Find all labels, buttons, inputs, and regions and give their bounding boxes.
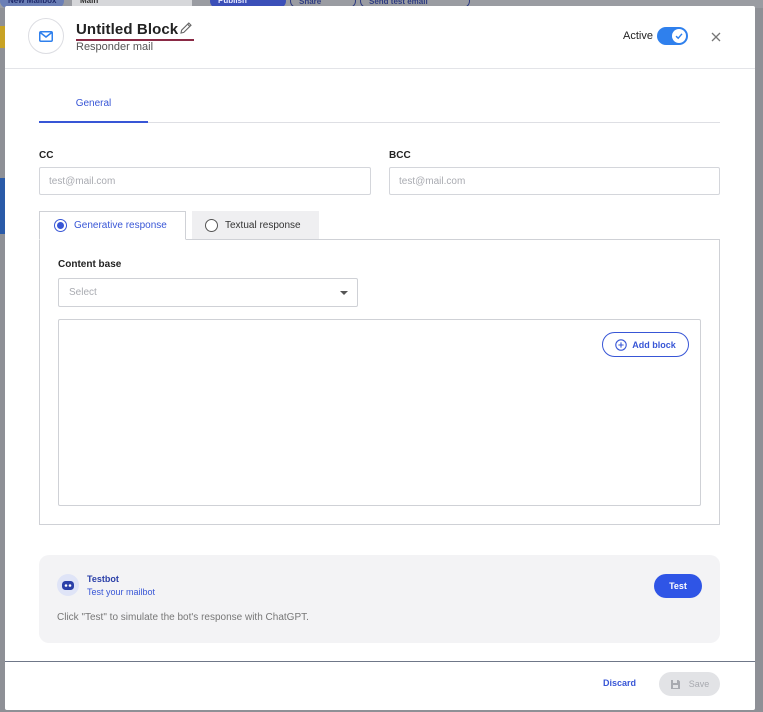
test-button[interactable]: Test [654,574,702,598]
discard-button[interactable]: Discard [603,678,636,688]
add-block-button[interactable]: Add block [602,332,689,357]
content-base-select[interactable]: Select [58,278,358,307]
bcc-label: BCC [389,150,411,161]
testbot-name: Testbot [87,574,119,584]
caret-down-icon [340,291,348,295]
bot-icon [57,574,79,596]
radio-selected[interactable] [54,219,67,232]
block-subtitle: Responder mail [76,41,154,53]
testbot-description: Click "Test" to simulate the bot's respo… [57,612,309,623]
floppy-disk-icon [670,679,680,689]
generative-response-panel: Content base Select Add block [39,239,720,525]
add-block-label: Add block [632,339,676,350]
responder-block-modal: Untitled Block Responder mail Active Gen… [5,6,755,710]
mail-icon [28,18,64,54]
check-icon [672,29,686,43]
tab-generative-response[interactable]: Generative response [39,211,186,240]
tab-textual-label: Textual response [225,220,301,231]
active-toggle[interactable] [657,27,688,45]
tab-generative-label: Generative response [74,220,167,231]
save-label: Save [688,679,710,689]
cc-label: CC [39,150,54,161]
bcc-input[interactable] [389,167,720,195]
cc-input[interactable] [39,167,371,195]
active-label: Active [623,30,653,42]
block-title[interactable]: Untitled Block [76,21,178,38]
radio-unselected[interactable] [205,219,218,232]
tab-bar: General [39,92,720,123]
select-placeholder: Select [69,287,97,298]
plus-circle-icon [615,338,627,351]
modal-footer: Discard Save [5,661,755,710]
tab-textual-response[interactable]: Textual response [192,211,319,240]
modal-header: Untitled Block Responder mail Active [5,6,755,69]
content-base-label: Content base [58,259,122,270]
pencil-icon[interactable] [179,21,193,35]
content-blocks-area: Add block [58,319,701,506]
testbot-panel: Testbot Test your mailbot Click "Test" t… [39,555,720,643]
close-icon[interactable] [709,30,723,44]
tab-general[interactable]: General [39,92,148,123]
save-button[interactable]: Save [659,672,720,696]
testbot-subtitle: Test your mailbot [87,587,156,597]
